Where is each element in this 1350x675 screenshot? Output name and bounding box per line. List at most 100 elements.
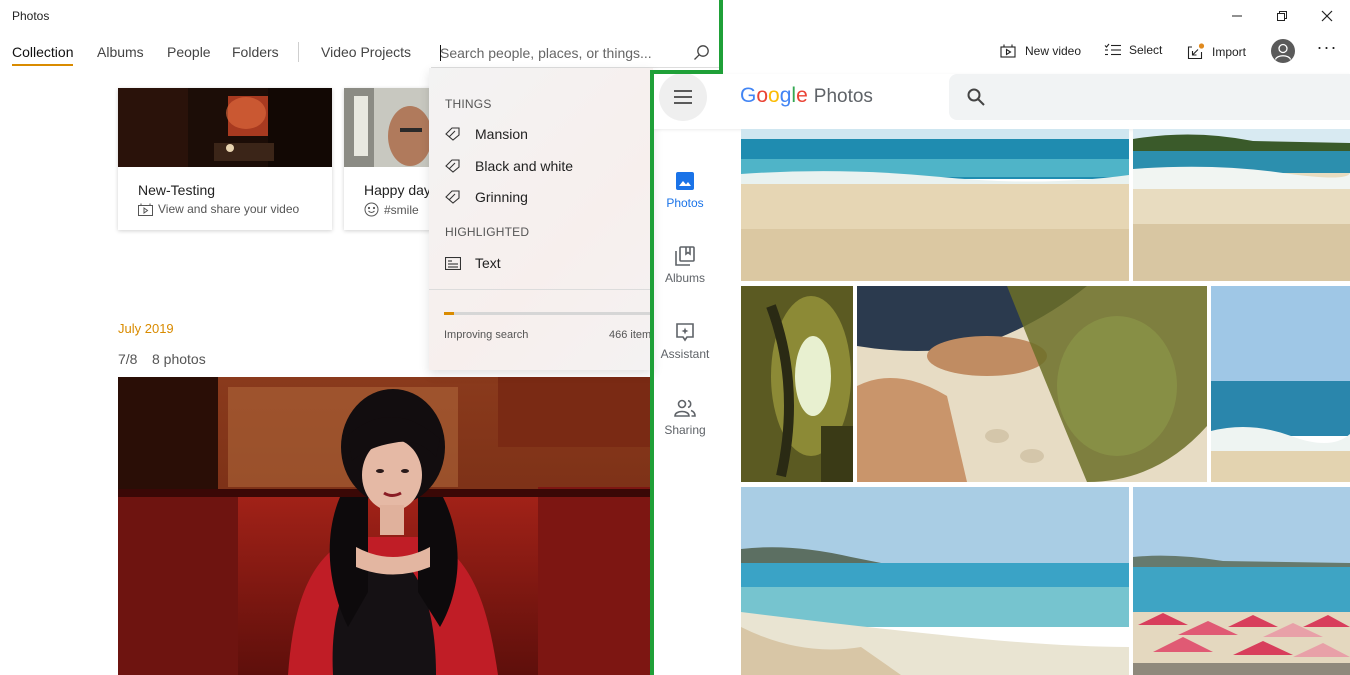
suggestion-black-and-white[interactable]: Black and white bbox=[445, 158, 573, 174]
highlight-line bbox=[650, 70, 654, 675]
import-button[interactable]: Import bbox=[1187, 43, 1246, 60]
search-icon[interactable] bbox=[966, 87, 986, 107]
app-title: Photos bbox=[12, 9, 50, 23]
gp-photo-glasses[interactable] bbox=[741, 286, 853, 482]
search-input[interactable] bbox=[440, 44, 680, 62]
import-label: Import bbox=[1212, 44, 1247, 59]
nav-divider bbox=[298, 42, 299, 62]
dropdown-separator bbox=[429, 289, 653, 290]
suggestion-label: Text bbox=[475, 255, 501, 271]
highlight-line bbox=[650, 70, 723, 74]
album-card-happy-day[interactable]: Happy day #smile bbox=[344, 88, 432, 230]
text-image-icon bbox=[445, 256, 461, 270]
gp-nav-label: Photos bbox=[666, 196, 704, 210]
gp-nav-assistant[interactable]: Assistant bbox=[654, 322, 716, 361]
new-video-label: New video bbox=[1025, 44, 1082, 58]
close-button[interactable] bbox=[1304, 0, 1350, 32]
logo-letter: o bbox=[756, 84, 769, 107]
indexing-status: Improving search bbox=[444, 329, 529, 341]
person-icon bbox=[1274, 43, 1292, 60]
google-wordmark: Google bbox=[740, 84, 808, 108]
assistant-icon bbox=[676, 323, 694, 342]
album-subtitle: View and share your video bbox=[158, 202, 300, 216]
month-label: July 2019 bbox=[118, 321, 174, 336]
gp-photo-beach-4[interactable] bbox=[741, 487, 1129, 675]
album-subtitle: #smile bbox=[384, 202, 419, 217]
album-thumbnail bbox=[344, 88, 432, 167]
gp-nav-albums[interactable]: Albums bbox=[654, 246, 716, 285]
album-thumbnail bbox=[118, 88, 332, 167]
logo-letter: e bbox=[796, 84, 808, 107]
tag-icon bbox=[445, 159, 460, 173]
hamburger-menu-icon bbox=[674, 90, 692, 104]
gp-photo-feet-sand[interactable] bbox=[857, 286, 1207, 482]
photo-image bbox=[741, 129, 1129, 281]
google-photos-logo[interactable]: Google Photos bbox=[740, 84, 873, 108]
gp-menu-button[interactable] bbox=[659, 73, 707, 121]
indexing-progress-fill bbox=[444, 312, 455, 315]
more-options-button[interactable]: ··· bbox=[1312, 38, 1342, 61]
restore-icon bbox=[1277, 11, 1287, 21]
highlight-line bbox=[719, 0, 723, 74]
suggestion-text[interactable]: Text bbox=[445, 255, 501, 271]
minimize-button[interactable] bbox=[1214, 0, 1260, 32]
tab-collection[interactable]: Collection bbox=[12, 44, 73, 60]
active-tab-indicator bbox=[12, 64, 73, 66]
collection-photo[interactable] bbox=[118, 377, 653, 675]
album-title: New-Testing bbox=[138, 182, 216, 198]
restore-button[interactable] bbox=[1259, 0, 1305, 32]
photo-image bbox=[1211, 286, 1350, 482]
sharing-icon bbox=[674, 399, 696, 417]
gp-search-bar[interactable] bbox=[949, 74, 1350, 120]
gp-photo-beach-3[interactable] bbox=[1211, 286, 1350, 482]
photo-image bbox=[857, 286, 1207, 482]
albums-icon bbox=[675, 246, 695, 266]
new-video-button[interactable]: New video bbox=[1000, 43, 1081, 59]
search-box[interactable] bbox=[431, 38, 720, 68]
gp-nav-sharing[interactable]: Sharing bbox=[654, 398, 716, 437]
gp-photo-beach-1[interactable] bbox=[741, 129, 1129, 281]
product-name: Photos bbox=[813, 86, 873, 107]
gp-photo-beach-2[interactable] bbox=[1133, 129, 1350, 281]
search-icon[interactable] bbox=[693, 44, 710, 61]
photo-image bbox=[1133, 129, 1350, 281]
suggestion-mansion[interactable]: Mansion bbox=[445, 126, 528, 142]
new-video-icon bbox=[1000, 44, 1016, 58]
gp-photo-beach-umbrellas[interactable] bbox=[1133, 487, 1350, 675]
image-icon bbox=[676, 172, 694, 190]
album-card-new-testing[interactable]: New-Testing View and share your video bbox=[118, 88, 332, 230]
account-avatar[interactable] bbox=[1271, 39, 1295, 63]
select-button[interactable]: Select bbox=[1104, 43, 1162, 57]
gp-nav-photos[interactable]: Photos bbox=[654, 171, 716, 210]
album-subtitle-row: View and share your video bbox=[138, 202, 299, 216]
things-header: THINGS bbox=[445, 97, 492, 111]
tag-icon bbox=[445, 127, 460, 141]
photo-image bbox=[741, 487, 1129, 675]
logo-letter: G bbox=[740, 84, 757, 107]
import-icon bbox=[1187, 43, 1205, 60]
photo-image bbox=[118, 377, 653, 675]
tab-people[interactable]: People bbox=[167, 44, 211, 60]
suggestion-label: Black and white bbox=[475, 158, 574, 174]
text-caret bbox=[440, 45, 441, 61]
indexing-progress-bar bbox=[444, 312, 653, 315]
gp-nav-label: Albums bbox=[664, 271, 705, 285]
suggestion-grinning[interactable]: Grinning bbox=[445, 189, 528, 205]
smile-icon bbox=[364, 202, 379, 217]
photo-count: 8 photos bbox=[152, 351, 206, 367]
tag-icon bbox=[445, 190, 460, 204]
logo-letter: o bbox=[768, 84, 780, 107]
album-subtitle-row: #smile bbox=[364, 202, 419, 217]
date-label: 7/8 bbox=[118, 351, 138, 367]
photo-image bbox=[1133, 487, 1350, 675]
gp-nav-label: Sharing bbox=[664, 423, 706, 437]
select-label: Select bbox=[1129, 43, 1163, 57]
tab-video-projects[interactable]: Video Projects bbox=[321, 44, 411, 60]
checklist-icon bbox=[1104, 43, 1121, 56]
suggestion-label: Grinning bbox=[475, 189, 528, 205]
tab-folders[interactable]: Folders bbox=[232, 44, 279, 60]
tab-albums[interactable]: Albums bbox=[97, 44, 144, 60]
suggestion-label: Mansion bbox=[475, 126, 528, 142]
video-icon bbox=[138, 203, 153, 216]
indexed-items-count: 466 items bbox=[609, 329, 653, 341]
